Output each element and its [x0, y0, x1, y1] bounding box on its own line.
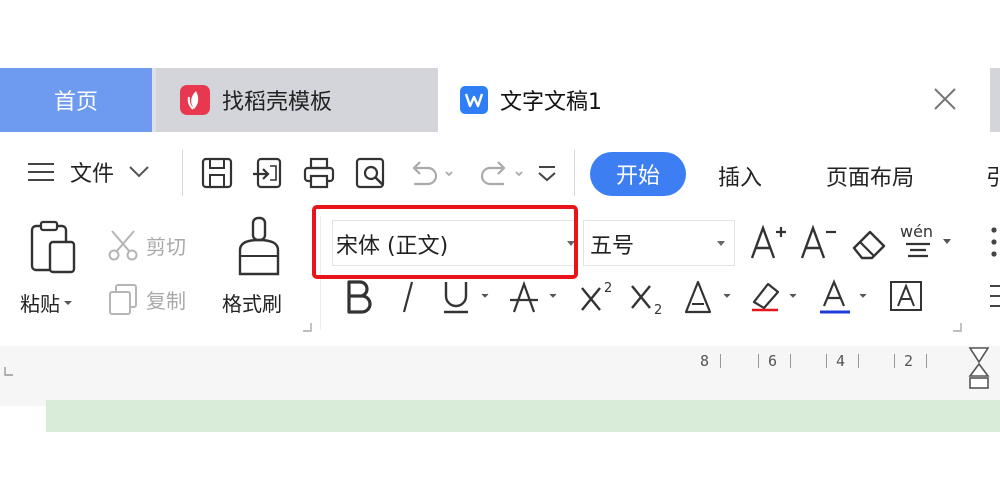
format-painter-button[interactable]: 格式刷	[222, 288, 282, 317]
superscript-icon[interactable]: 2	[578, 276, 620, 316]
tab-bar: 首页 找稻壳模板 文字文稿1	[0, 68, 1000, 132]
strikethrough-icon[interactable]	[508, 276, 566, 316]
caret-down-icon	[942, 238, 952, 246]
tab-references-label: 引	[986, 166, 1000, 191]
save-icon[interactable]	[200, 156, 234, 190]
italic-icon[interactable]	[396, 276, 418, 316]
document-canvas[interactable]	[0, 432, 1000, 500]
font-size-value: 五号	[590, 234, 635, 259]
paste-icon[interactable]	[28, 220, 82, 276]
customize-quick-access-icon[interactable]	[534, 156, 568, 190]
tab-insert[interactable]: 插入	[718, 160, 762, 192]
ruler-tick	[894, 354, 895, 368]
ruler-tick	[790, 354, 791, 368]
ruler-tick-label: 2	[904, 352, 914, 370]
tab-page-layout-label: 页面布局	[826, 166, 915, 191]
phonetic-guide-button[interactable]: wén	[900, 222, 952, 262]
highlight-color-icon[interactable]	[748, 276, 806, 316]
print-preview-icon[interactable]	[354, 156, 388, 190]
ruler-tick	[858, 354, 859, 368]
svg-text:2: 2	[604, 281, 612, 296]
ruler-tick-label: 8	[700, 352, 710, 370]
format-painter-label: 格式刷	[222, 292, 282, 316]
character-border-icon[interactable]	[888, 276, 924, 316]
divider	[574, 150, 575, 196]
divider	[182, 150, 183, 196]
document-page-band	[46, 400, 1000, 432]
tab-bar-edge	[990, 68, 1000, 132]
ruler-tick	[826, 354, 827, 368]
font-color-icon[interactable]	[818, 276, 876, 316]
ruler-tick-label: 6	[768, 352, 778, 370]
tab-daoke-label: 找稻壳模板	[222, 90, 333, 115]
ruler-tick	[720, 354, 721, 368]
tab-references-partial[interactable]: 引	[986, 160, 1000, 192]
copy-label: 复制	[146, 288, 186, 313]
tab-daoke-templates[interactable]: 找稻壳模板	[156, 68, 438, 132]
ruler-area	[0, 346, 1000, 406]
tab-home[interactable]: 首页	[0, 68, 152, 132]
scissors-icon	[106, 228, 140, 262]
tab-document[interactable]: 文字文稿1	[438, 68, 990, 132]
subscript-icon[interactable]: 2	[628, 276, 670, 316]
format-painter-icon[interactable]	[236, 216, 282, 278]
bold-icon[interactable]	[344, 276, 374, 316]
increase-font-size-icon[interactable]	[748, 222, 788, 262]
daoke-logo-icon	[180, 85, 210, 115]
tab-document-label: 文字文稿1	[500, 90, 602, 115]
ruler-tick-label: 4	[836, 352, 846, 370]
font-size-caret-icon[interactable]	[716, 240, 726, 248]
ruler-corner-icon	[4, 366, 14, 376]
clear-formatting-icon[interactable]	[850, 224, 890, 262]
print-icon[interactable]	[302, 156, 336, 190]
tab-start-label: 开始	[615, 164, 660, 189]
copy-button[interactable]: 复制	[106, 282, 186, 316]
ruler-tick	[758, 354, 759, 368]
undo-icon[interactable]	[406, 156, 453, 190]
copy-icon	[106, 282, 140, 316]
tab-home-label: 首页	[53, 90, 98, 115]
cut-label: 剪切	[146, 234, 186, 259]
indent-marker-icon[interactable]	[966, 346, 992, 392]
paste-label: 粘贴	[20, 292, 60, 316]
more-options-icon[interactable]	[988, 224, 1000, 264]
svg-text:2: 2	[654, 303, 662, 316]
tab-insert-label: 插入	[718, 166, 763, 191]
file-menu-label: 文件	[70, 162, 115, 187]
underline-icon[interactable]	[440, 276, 498, 316]
tab-page-layout[interactable]: 页面布局	[826, 160, 914, 192]
redo-icon[interactable]	[476, 156, 523, 190]
tab-start[interactable]: 开始	[590, 152, 686, 196]
export-pdf-icon[interactable]	[250, 156, 284, 190]
paste-button[interactable]: 粘贴	[20, 288, 73, 317]
caret-down-icon	[63, 299, 73, 307]
writer-doc-icon	[460, 86, 488, 114]
hamburger-icon	[26, 161, 56, 183]
close-tab-icon[interactable]	[932, 86, 958, 112]
font-name-highlight	[312, 205, 578, 279]
clipboard-expand-icon[interactable]	[302, 322, 312, 332]
cut-button[interactable]: 剪切	[106, 228, 186, 262]
text-effect-icon[interactable]	[682, 276, 740, 316]
file-menu[interactable]: 文件	[26, 156, 150, 188]
phonetic-guide-icon: wén	[900, 222, 936, 262]
paragraph-list-icon[interactable]	[988, 282, 1000, 312]
font-group-expand-icon[interactable]	[952, 322, 962, 332]
chevron-down-icon	[128, 165, 150, 179]
decrease-font-size-icon[interactable]	[798, 222, 838, 262]
ruler-tick	[926, 354, 927, 368]
